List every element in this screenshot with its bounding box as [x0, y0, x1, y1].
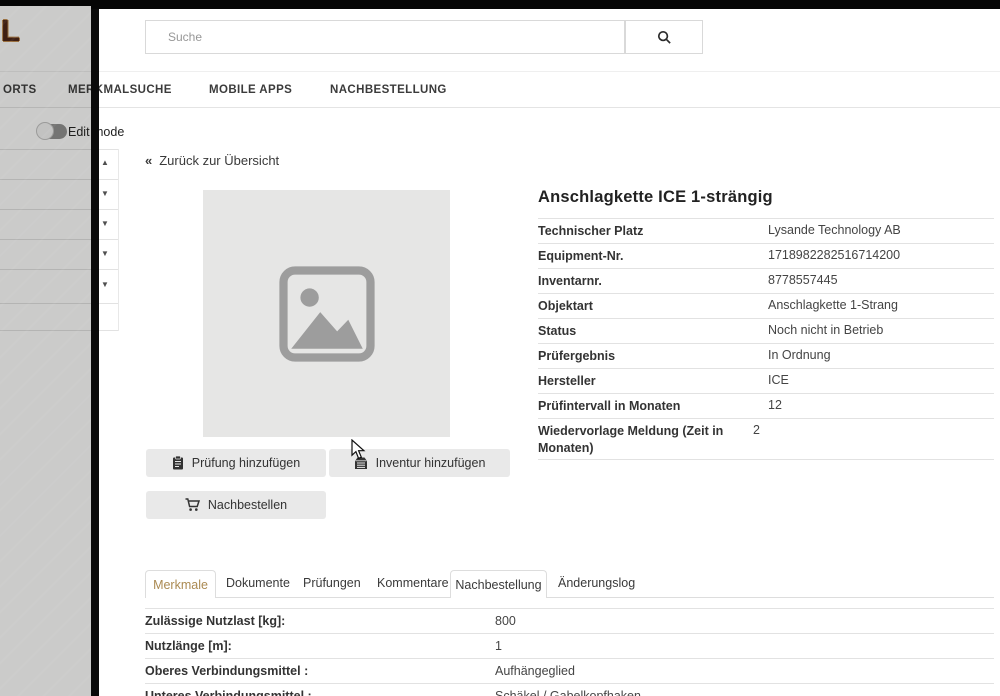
top-black-bar	[91, 0, 1000, 9]
merkmal-value: 800	[495, 614, 994, 628]
reorder-button[interactable]: Nachbestellen	[146, 491, 326, 519]
merkmal-label: Oberes Verbindungsmittel :	[145, 664, 495, 678]
table-row: Nutzlänge [m]: 1	[145, 633, 994, 658]
table-row: Prüfergebnis In Ordnung	[538, 343, 994, 368]
property-value: Anschlagkette 1-Strang	[768, 298, 994, 318]
table-row: Equipment-Nr. 1718982282516714200	[538, 243, 994, 268]
chevron-down-icon[interactable]: ▼	[101, 249, 109, 258]
merkmal-label: Nutzlänge [m]:	[145, 639, 495, 653]
nav-item-nachbestellung[interactable]: NACHBESTELLUNG	[330, 84, 447, 96]
merkmale-table: Zulässige Nutzlast [kg]: 800 Nutzlänge […	[145, 608, 994, 696]
tab-nachbestellung[interactable]: Nachbestellung	[450, 570, 547, 598]
property-label: Prüfintervall in Monaten	[538, 398, 768, 418]
table-row: Technischer Platz Lysande Technology AB	[538, 218, 994, 243]
window-edge-bar	[91, 0, 99, 696]
property-value: 8778557445	[768, 273, 994, 293]
app-window: L ORTS MERKMALSUCHE MOBILE APPS NACHBEST…	[0, 0, 1000, 696]
property-label: Objektart	[538, 298, 768, 318]
add-inventur-button[interactable]: Inventur hinzufügen	[329, 449, 510, 477]
tab-dokumente[interactable]: Dokumente	[226, 576, 290, 590]
double-chevron-left-icon: «	[145, 153, 152, 168]
property-label: Equipment-Nr.	[538, 248, 768, 268]
button-label: Prüfung hinzufügen	[192, 456, 300, 470]
tab-kommentare[interactable]: Kommentare	[377, 576, 449, 590]
property-label: Status	[538, 323, 768, 343]
add-pruefung-button[interactable]: Prüfung hinzufügen	[146, 449, 326, 477]
merkmal-label: Unteres Verbindungsmittel :	[145, 689, 495, 696]
button-label: Inventur hinzufügen	[376, 456, 486, 470]
dimmed-background-strip	[0, 0, 91, 696]
table-row: Hersteller ICE	[538, 368, 994, 393]
tab-merkmale[interactable]: Merkmale	[145, 570, 216, 598]
property-value: 2	[753, 423, 994, 459]
property-value: Noch nicht in Betrieb	[768, 323, 994, 343]
property-label: Wiedervorlage Meldung (Zeit in Monaten)	[538, 423, 753, 459]
search-button[interactable]	[625, 20, 703, 54]
property-label: Inventarnr.	[538, 273, 768, 293]
archive-icon	[354, 457, 368, 470]
nav-item-mobile-apps[interactable]: MOBILE APPS	[209, 84, 292, 96]
property-value: 12	[768, 398, 994, 418]
merkmal-value: 1	[495, 639, 994, 653]
page-title: Anschlagkette ICE 1-strängig	[538, 188, 773, 207]
chevron-down-icon[interactable]: ▼	[101, 189, 109, 198]
property-value: Lysande Technology AB	[768, 223, 994, 243]
property-value: 1718982282516714200	[768, 248, 994, 268]
merkmal-value: Schäkel / Gabelkopfhaken	[495, 689, 994, 696]
button-label: Nachbestellen	[208, 498, 287, 512]
chevron-down-icon[interactable]: ▼	[101, 280, 109, 289]
search-icon	[657, 30, 672, 45]
table-row: Prüfintervall in Monaten 12	[538, 393, 994, 418]
image-placeholder-icon	[269, 256, 385, 372]
property-value: In Ordnung	[768, 348, 994, 368]
equipment-image-placeholder	[203, 190, 450, 437]
back-link-label: Zurück zur Übersicht	[159, 153, 279, 168]
table-row: Zulässige Nutzlast [kg]: 800	[145, 608, 994, 633]
property-label: Prüfergebnis	[538, 348, 768, 368]
chevron-down-icon[interactable]: ▼	[101, 219, 109, 228]
table-row: Unteres Verbindungsmittel : Schäkel / Ga…	[145, 683, 994, 696]
table-row: Inventarnr. 8778557445	[538, 268, 994, 293]
cart-icon	[185, 498, 200, 512]
property-label: Technischer Platz	[538, 223, 768, 243]
search-input[interactable]	[145, 20, 625, 54]
chevron-up-icon[interactable]: ▲	[101, 158, 109, 167]
merkmal-label: Zulässige Nutzlast [kg]:	[145, 614, 495, 628]
clipboard-icon	[172, 456, 184, 470]
table-row: Wiedervorlage Meldung (Zeit in Monaten) …	[538, 418, 994, 460]
table-row: Objektart Anschlagkette 1-Strang	[538, 293, 994, 318]
tab-aenderungslog[interactable]: Änderungslog	[558, 576, 635, 590]
table-row: Oberes Verbindungsmittel : Aufhängeglied	[145, 658, 994, 683]
merkmal-value: Aufhängeglied	[495, 664, 994, 678]
property-table: Technischer Platz Lysande Technology AB …	[538, 218, 994, 460]
property-label: Hersteller	[538, 373, 768, 393]
property-value: ICE	[768, 373, 994, 393]
tab-pruefungen[interactable]: Prüfungen	[303, 576, 361, 590]
back-to-overview-link[interactable]: « Zurück zur Übersicht	[145, 153, 279, 168]
table-row: Status Noch nicht in Betrieb	[538, 318, 994, 343]
